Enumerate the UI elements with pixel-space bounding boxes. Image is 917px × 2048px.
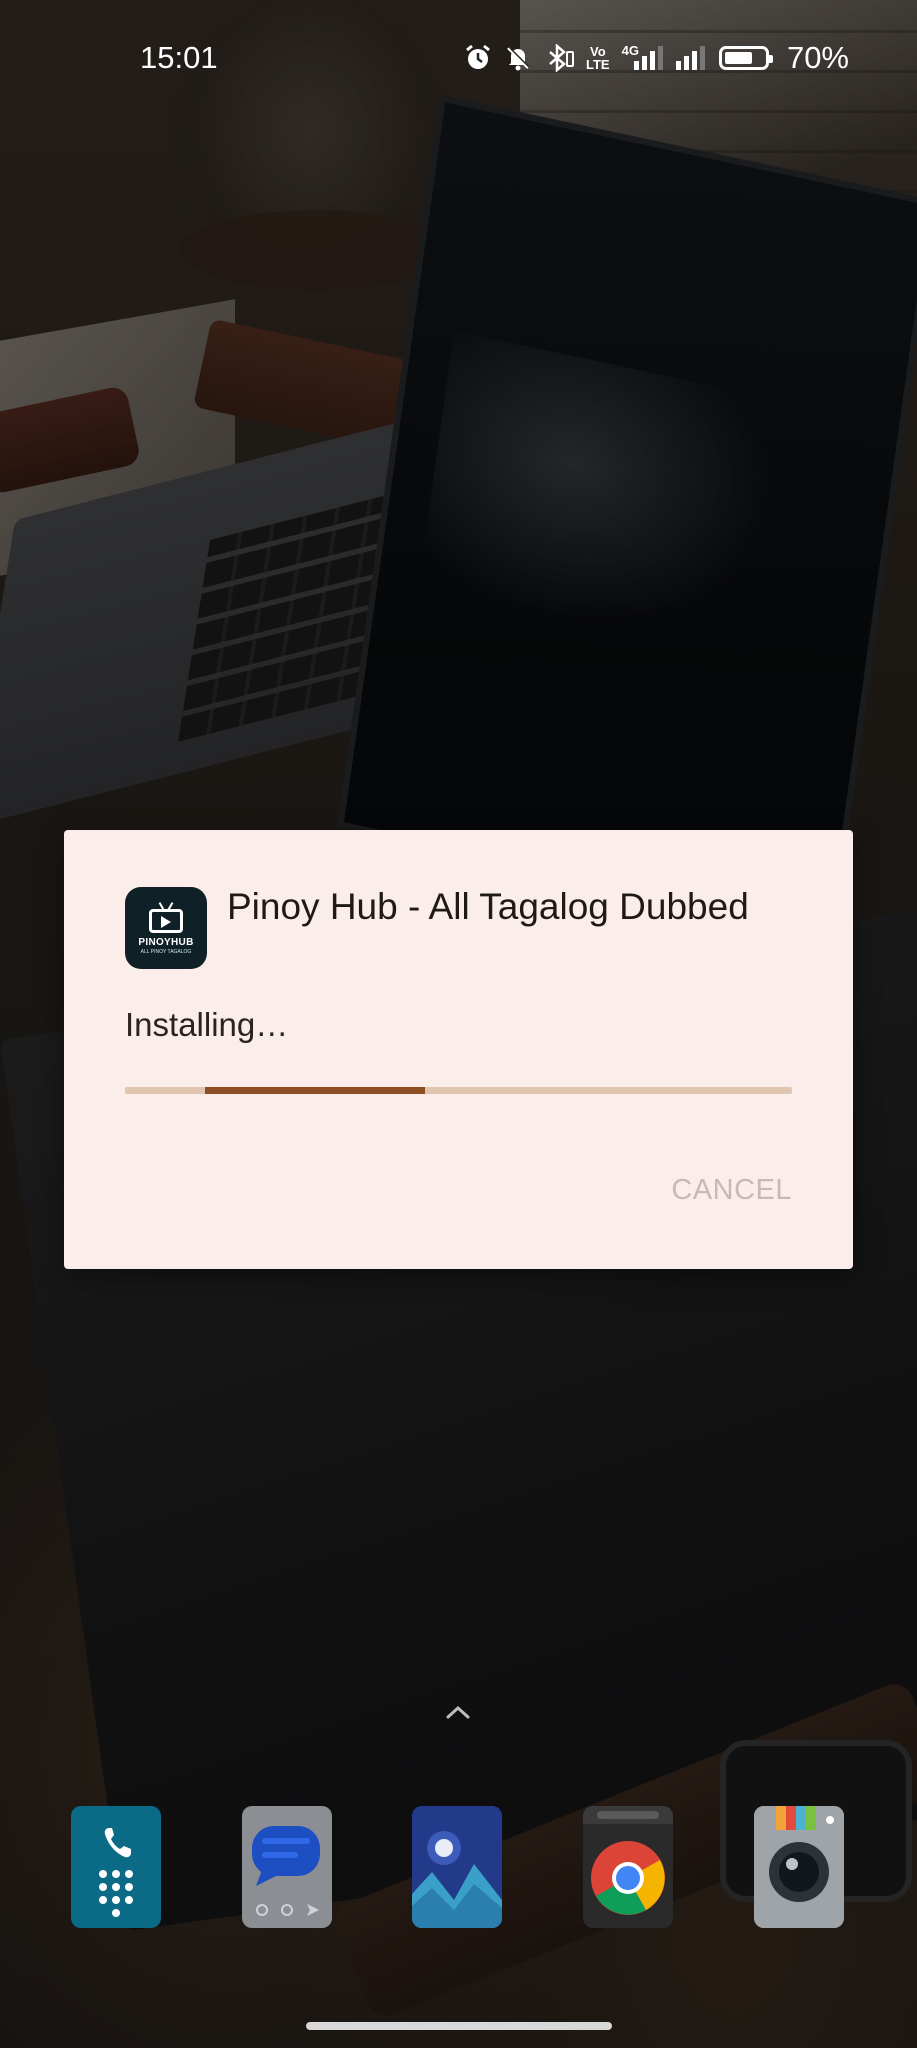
signal-icon (675, 45, 707, 71)
battery-percent: 70% (786, 40, 849, 75)
messages-icon[interactable] (242, 1806, 332, 1928)
home-indicator[interactable] (306, 2022, 612, 2030)
battery-icon (718, 46, 773, 70)
status-bar: 15:01 Vo LTE 4G 70% (0, 0, 917, 118)
chrome-icon[interactable] (583, 1806, 673, 1928)
app-icon-sublabel: ALL PINOY TAGALOG (140, 949, 192, 955)
install-dialog: PINOYHUB ALL PINOY TAGALOG Pinoy Hub - A… (64, 830, 853, 1269)
chevron-up-icon[interactable] (443, 1702, 473, 1722)
progress-indicator (205, 1087, 426, 1094)
app-title: Pinoy Hub - All Tagalog Dubbed (227, 886, 749, 927)
alarm-icon (464, 44, 492, 72)
tv-icon (149, 909, 183, 933)
app-icon: PINOYHUB ALL PINOY TAGALOG (125, 887, 207, 969)
app-icon-label: PINOYHUB (138, 937, 194, 948)
phone-icon[interactable] (71, 1806, 161, 1928)
progress-bar (125, 1087, 792, 1094)
dock (0, 1806, 917, 1932)
bluetooth-icon (544, 44, 575, 72)
camera-icon[interactable] (754, 1806, 844, 1928)
status-icons: Vo LTE 4G 70% (464, 40, 849, 76)
mute-icon (504, 44, 532, 72)
signal-4g-icon: 4G (622, 43, 663, 71)
status-time: 15:01 (140, 40, 218, 75)
install-status: Installing… (125, 1006, 289, 1043)
volte-icon: Vo LTE (586, 44, 610, 72)
cancel-button[interactable]: CANCEL (671, 1174, 792, 1207)
gallery-icon[interactable] (412, 1806, 502, 1928)
